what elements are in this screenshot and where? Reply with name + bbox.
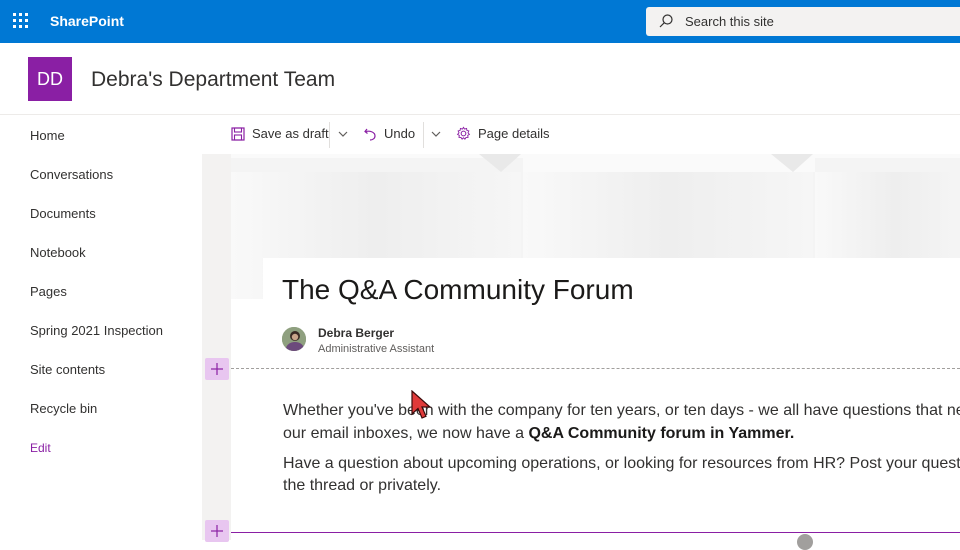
left-navigation: Home Conversations Documents Notebook Pa… [0,116,202,540]
save-icon [231,126,245,141]
plus-icon [211,363,223,375]
page-details-button[interactable]: Page details [456,126,550,141]
save-as-draft-button[interactable]: Save as draft [231,126,329,141]
app-name[interactable]: SharePoint [50,13,124,29]
mouse-cursor-icon [411,390,432,419]
separator [423,122,424,148]
site-header: DD Debra's Department Team [0,43,960,115]
chevron-down-icon[interactable] [430,128,442,140]
search-input[interactable]: Search this site [685,14,774,29]
separator [329,122,330,148]
drag-handle-icon[interactable] [797,534,813,550]
body-text-line[interactable]: Whether you've been with the company for… [283,399,960,422]
undo-label: Undo [384,126,416,141]
chevron-down-icon[interactable] [337,128,349,140]
search-box[interactable]: Search this site [646,7,960,36]
body-text-line[interactable]: our email inboxes, we now have a Q&A Com… [283,422,794,445]
site-title[interactable]: Debra's Department Team [91,68,335,92]
author-name: Debra Berger [318,326,395,340]
nav-item-conversations[interactable]: Conversations [30,167,113,182]
nav-item-documents[interactable]: Documents [30,206,96,221]
avatar [282,327,306,351]
gear-icon [456,126,471,140]
plus-icon [211,525,223,537]
command-bar: Save as draft Undo Page details [202,116,960,154]
nav-item-pages[interactable]: Pages [30,284,67,299]
page-title[interactable]: The Q&A Community Forum [282,274,634,306]
section-divider [231,368,960,369]
site-logo[interactable]: DD [28,57,72,101]
add-section-button[interactable] [205,520,229,542]
nav-item-spring-2021-inspection[interactable]: Spring 2021 Inspection [30,323,163,338]
nav-item-home[interactable]: Home [30,128,65,143]
nav-item-notebook[interactable]: Notebook [30,245,86,260]
add-section-button[interactable] [205,358,229,380]
suite-bar: SharePoint Search this site [0,0,960,43]
author-role: Administrative Assistant [318,343,435,355]
bold-text-segment: Q&A Community forum in Yammer. [528,425,795,442]
search-icon [659,14,673,28]
undo-button[interactable]: Undo [363,126,415,141]
save-as-draft-label: Save as draft [252,126,329,141]
undo-icon [364,128,376,141]
body-text-line[interactable]: the thread or privately. [283,474,441,497]
body-text-line[interactable]: Have a question about upcoming operation… [283,452,960,475]
nav-edit-link[interactable]: Edit [30,441,51,455]
selected-section-border [231,532,960,540]
page-details-label: Page details [478,126,550,141]
nav-item-recycle-bin[interactable]: Recycle bin [30,401,97,416]
body-text-segment: our email inboxes, we now have a [283,425,529,442]
nav-item-site-contents[interactable]: Site contents [30,362,105,377]
app-launcher-icon[interactable] [13,13,29,29]
